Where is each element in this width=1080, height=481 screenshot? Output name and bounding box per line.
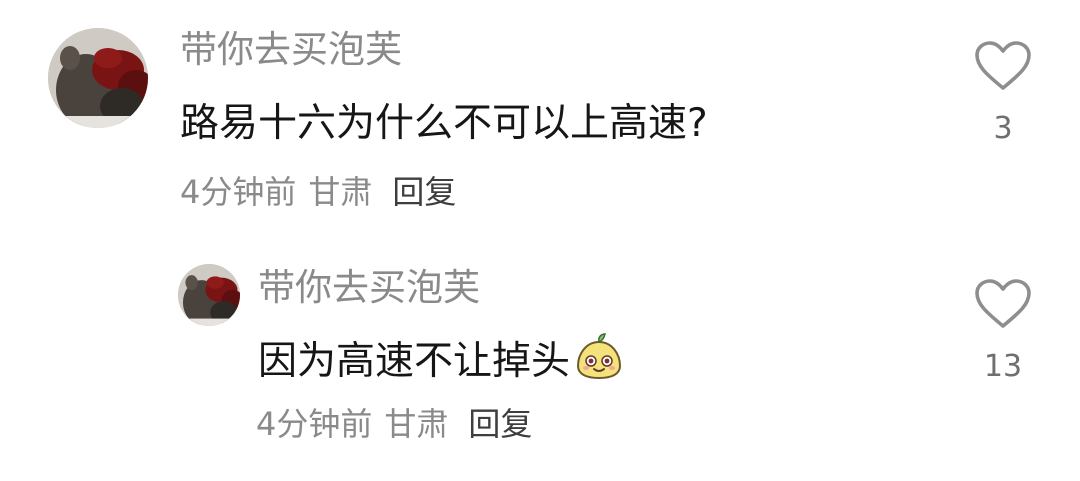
comment-time: 4分钟前	[256, 405, 373, 443]
avatar-icon[interactable]	[178, 264, 240, 326]
like-count: 13	[983, 349, 1023, 384]
like-button[interactable]: 3	[968, 40, 1038, 146]
reply-button[interactable]: 回复	[392, 170, 456, 214]
avatar-icon[interactable]	[48, 28, 148, 128]
reply-comment-item: 带你去买泡芙 因为高速不让掉头 4分钟前 甘肃 回复 13	[0, 240, 1080, 481]
like-count: 3	[993, 111, 1013, 146]
comment-username[interactable]: 带你去买泡芙	[180, 28, 402, 72]
comment-meta: 4分钟前 甘肃 回复	[256, 402, 532, 446]
comment-location: 甘肃	[308, 173, 373, 211]
like-button[interactable]: 13	[968, 278, 1038, 384]
yellow-character-emoji	[574, 332, 624, 392]
comment-text: 因为高速不让掉头	[258, 332, 624, 392]
comment-item: 带你去买泡芙 路易十六为什么不可以上高速? 4分钟前 甘肃 回复 3	[0, 0, 1080, 240]
comment-text: 路易十六为什么不可以上高速?	[180, 100, 708, 148]
comment-text-body: 路易十六为什么不可以上高速?	[180, 101, 708, 146]
comment-location: 甘肃	[384, 405, 449, 443]
comment-meta: 4分钟前 甘肃 回复	[180, 170, 456, 214]
comment-text-body: 因为高速不让掉头	[258, 339, 571, 384]
comment-time: 4分钟前	[180, 173, 297, 211]
heart-outline-icon[interactable]	[974, 278, 1032, 330]
comment-username[interactable]: 带你去买泡芙	[258, 266, 480, 310]
heart-outline-icon[interactable]	[974, 40, 1032, 92]
reply-button[interactable]: 回复	[468, 402, 532, 446]
